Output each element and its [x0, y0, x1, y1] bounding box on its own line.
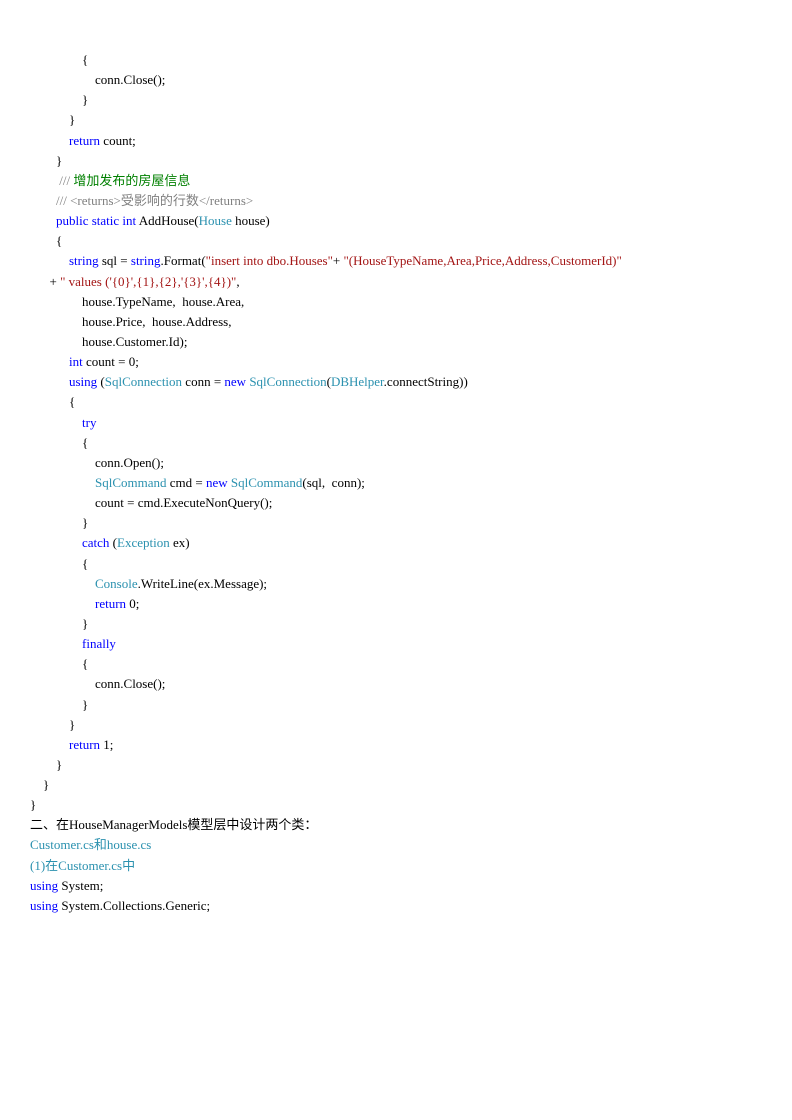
try-keyword: try — [30, 415, 96, 430]
member-access: .connectString)) — [384, 374, 468, 389]
type-name: SqlCommand — [231, 475, 303, 490]
type-name: SqlCommand — [95, 475, 170, 490]
indent — [30, 576, 95, 591]
method-modifiers: public static int — [30, 213, 139, 228]
brace: } — [30, 92, 88, 107]
type-name: Exception — [117, 535, 173, 550]
type-keyword: string — [131, 253, 161, 268]
var-init: count = 0; — [86, 354, 139, 369]
brace: } — [30, 153, 62, 168]
brace: { — [30, 556, 88, 571]
brace: { — [30, 394, 75, 409]
arg: house.Price, — [30, 314, 152, 329]
using-keyword: using — [30, 374, 100, 389]
arg: house.Area, — [182, 294, 244, 309]
method-call: .WriteLine(ex.Message); — [138, 576, 267, 591]
return-keyword: return — [30, 133, 100, 148]
method-call: .Format( — [161, 253, 206, 268]
doc-comment-text: 增加发布的房屋信息 — [73, 173, 190, 188]
type-name: Console — [95, 576, 138, 591]
brace: } — [30, 777, 49, 792]
finally-keyword: finally — [30, 636, 116, 651]
return-keyword: return — [30, 737, 103, 752]
using-keyword: using — [30, 878, 61, 893]
brace: } — [30, 797, 36, 812]
var-assign: sql = — [102, 253, 131, 268]
new-keyword: new — [224, 374, 249, 389]
string-literal: "insert into dbo.Houses" — [206, 253, 333, 268]
brace: { — [30, 233, 62, 248]
namespace: System.Collections.Generic; — [61, 898, 210, 913]
string-literal: " values ('{0}',{1},{2},'{3}',{4})" — [60, 274, 236, 289]
brace: } — [30, 717, 75, 732]
class-files: Customer.cs和house.cs — [30, 837, 151, 852]
param-type: House — [199, 213, 235, 228]
ctor-args: (sql, conn); — [302, 475, 364, 490]
arg: house.TypeName, — [30, 294, 182, 309]
method-name: AddHouse( — [139, 213, 199, 228]
doc-comment: /// <returns>受影响的行数</returns> — [30, 193, 253, 208]
type-name: SqlConnection — [105, 374, 186, 389]
arg: house.Address, — [152, 314, 231, 329]
type-name: SqlConnection — [249, 374, 326, 389]
code-block: { conn.Close(); } } return count; } /// … — [30, 50, 762, 916]
arg: house.Customer.Id); — [30, 334, 187, 349]
statement: count = cmd.ExecuteNonQuery(); — [30, 495, 272, 510]
operator: + — [333, 253, 344, 268]
param-name: house) — [235, 213, 270, 228]
brace: } — [30, 112, 75, 127]
new-keyword: new — [206, 475, 231, 490]
literal: 1; — [103, 737, 113, 752]
brace: } — [30, 616, 88, 631]
punct: , — [236, 274, 239, 289]
statement: conn.Open(); — [30, 455, 164, 470]
catch-keyword: catch — [30, 535, 113, 550]
indent — [30, 475, 95, 490]
statement: conn.Close(); — [30, 676, 165, 691]
brace: { — [30, 435, 88, 450]
code-text: count; — [100, 133, 136, 148]
operator: + — [30, 274, 60, 289]
return-keyword: return — [30, 596, 129, 611]
type-name: DBHelper — [331, 374, 384, 389]
literal: 0; — [129, 596, 139, 611]
namespace: System; — [61, 878, 103, 893]
type-keyword: string — [30, 253, 102, 268]
brace: } — [30, 697, 88, 712]
var-assign: conn = — [185, 374, 224, 389]
brace: } — [30, 515, 88, 530]
param-name: ex) — [173, 535, 190, 550]
brace: { — [30, 656, 88, 671]
brace: } — [30, 757, 62, 772]
var-assign: cmd = — [170, 475, 206, 490]
type-keyword: int — [30, 354, 86, 369]
string-literal: "(HouseTypeName,Area,Price,Address,Custo… — [344, 253, 622, 268]
using-keyword: using — [30, 898, 61, 913]
code-text: conn. — [30, 72, 124, 87]
section-heading: 二、在HouseManagerModels模型层中设计两个类： — [30, 817, 317, 832]
method-call: Close(); — [124, 72, 166, 87]
brace: { — [30, 52, 88, 67]
doc-comment-slash: /// — [30, 173, 73, 188]
section-item: (1)在Customer.cs中 — [30, 858, 135, 873]
